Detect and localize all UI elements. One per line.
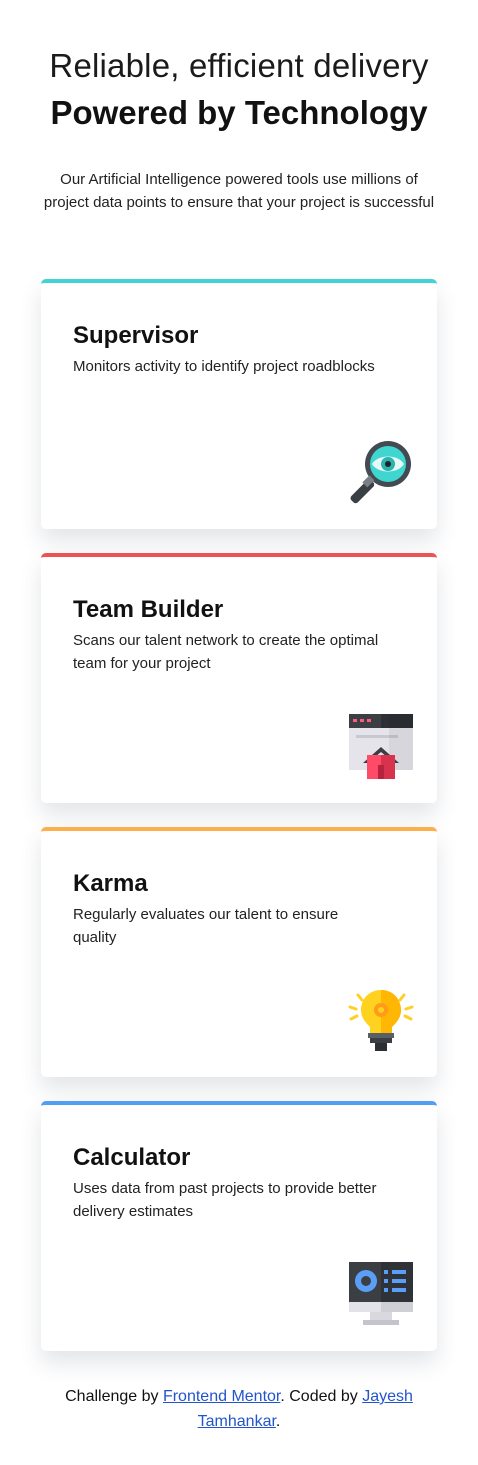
card-description: Uses data from past projects to provide … (73, 1180, 377, 1220)
attribution-suffix: . (275, 1413, 281, 1430)
card-title: Karma (73, 870, 148, 897)
card-title: Team Builder (73, 596, 224, 623)
attribution-footer: Challenge by Frontend Mentor. Coded by J… (0, 1384, 478, 1434)
attribution-middle: . Coded by (280, 1388, 363, 1405)
page-header: Reliable, efficient delivery Powered by … (0, 0, 478, 214)
card-description: Monitors activity to identify project ro… (73, 358, 375, 375)
attribution-prefix: Challenge by (65, 1388, 163, 1405)
magnifier-eye-icon (350, 441, 411, 504)
card-karma: Karma Regularly evaluates our talent to … (41, 827, 437, 1077)
card-team-builder: Team Builder Scans our talent network to… (41, 553, 437, 803)
card-title: Calculator (73, 1144, 191, 1171)
card-title: Supervisor (73, 322, 199, 349)
page-title-bold: Powered by Technology (50, 94, 428, 131)
feature-cards: Supervisor Monitors activity to identify… (41, 279, 437, 1375)
card-description: Regularly evaluates our talent to ensure… (73, 906, 339, 946)
card-description: Scans our talent network to create the o… (73, 632, 379, 672)
calculator-monitor-icon (349, 1262, 413, 1325)
lightbulb-icon (348, 990, 414, 1051)
team-builder-window-icon (349, 714, 413, 779)
card-supervisor: Supervisor Monitors activity to identify… (41, 279, 437, 529)
frontend-mentor-link[interactable]: Frontend Mentor (163, 1388, 280, 1405)
card-calculator: Calculator Uses data from past projects … (41, 1101, 437, 1351)
intro-text: Our Artificial Intelligence powered tool… (43, 171, 435, 211)
page-title-light: Reliable, efficient delivery (49, 47, 429, 84)
